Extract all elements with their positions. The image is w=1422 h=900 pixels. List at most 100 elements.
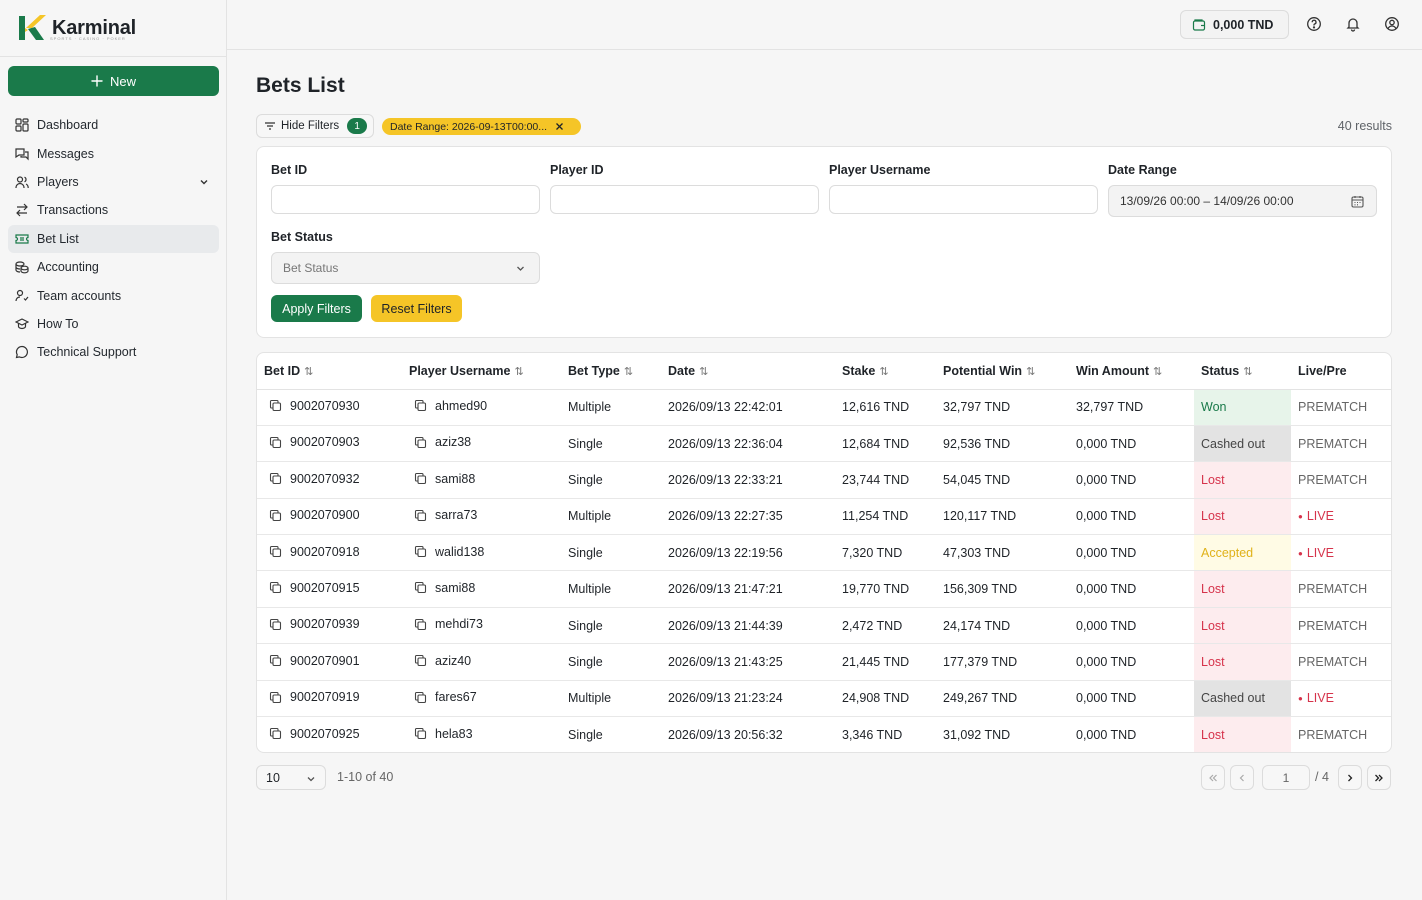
cell-bet-id: 9002070930 — [257, 389, 402, 426]
sidebar-item-transactions[interactable]: Transactions — [8, 196, 219, 224]
table-row[interactable]: 9002070932 sami88 Single 2026/09/13 22:33:2… — [257, 461, 1391, 499]
last-page-button[interactable] — [1367, 765, 1391, 790]
brand-tagline: SPORTS · CASINO · POKER — [50, 36, 126, 41]
sidebar-item-team-accounts[interactable]: Team accounts — [8, 281, 219, 309]
hide-filters-button[interactable]: Hide Filters 1 — [256, 114, 374, 138]
col-header-stake[interactable]: Stake ⇅ — [835, 353, 936, 390]
table-row[interactable]: 9002070919 fares67 Multiple 2026/09/13 21:2… — [257, 680, 1391, 718]
bet-status-select[interactable]: Bet Status — [271, 252, 540, 284]
date-range-input[interactable]: 13/09/26 00:00 – 14/09/26 00:00 — [1108, 185, 1377, 217]
chevron-right-icon — [1348, 774, 1353, 781]
help-icon[interactable] — [1306, 16, 1322, 32]
copy-icon[interactable] — [414, 654, 427, 667]
cell-win-amount: 0,000 TND — [1069, 425, 1194, 463]
sidebar-item-technical-support[interactable]: Technical Support — [8, 338, 219, 366]
sort-icon[interactable]: ⇅ — [624, 366, 633, 378]
copy-icon[interactable] — [269, 399, 282, 412]
col-header-bet-type[interactable]: Bet Type ⇅ — [561, 353, 661, 390]
player-id-input[interactable] — [550, 185, 819, 214]
col-header-bet-id[interactable]: Bet ID ⇅ — [257, 353, 402, 390]
sidebar-item-messages[interactable]: Messages — [8, 139, 219, 167]
sort-icon[interactable]: ⇅ — [1243, 366, 1252, 378]
copy-icon[interactable] — [269, 581, 282, 594]
results-count: 40 results — [1337, 119, 1392, 133]
date-range-filter-chip[interactable]: Date Range: 2026-09-13T00:00... — [382, 118, 581, 135]
copy-icon[interactable] — [414, 691, 427, 704]
calendar-icon[interactable] — [1351, 195, 1364, 208]
sidebar-item-bet-list[interactable]: Bet List — [8, 224, 219, 253]
col-header-win-amount[interactable]: Win Amount ⇅ — [1069, 353, 1194, 390]
sidebar-item-label: Dashboard — [37, 118, 99, 133]
table-row[interactable]: 9002070901 aziz40 Single 2026/09/13 21:43:2… — [257, 643, 1391, 681]
table-row[interactable]: 9002070925 hela83 Single 2026/09/13 20:56:3… — [257, 716, 1391, 752]
sort-icon[interactable]: ⇅ — [304, 366, 313, 378]
cell-date: 2026/09/13 22:19:56 — [661, 534, 835, 572]
table-row[interactable]: 9002070915 sami88 Multiple 2026/09/13 21:47… — [257, 570, 1391, 608]
table-row[interactable]: 9002070903 aziz38 Single 2026/09/13 22:36:0… — [257, 425, 1391, 463]
balance-button[interactable]: 0,000 TND — [1180, 10, 1289, 39]
copy-icon[interactable] — [269, 618, 282, 631]
new-button[interactable]: New — [8, 66, 219, 96]
copy-icon[interactable] — [414, 509, 427, 522]
reset-filters-button[interactable]: Reset Filters — [371, 295, 462, 322]
copy-icon[interactable] — [269, 472, 282, 485]
table-row[interactable]: 9002070939 mehdi73 Single 2026/09/13 21:44:… — [257, 607, 1391, 645]
col-header-status[interactable]: Status ⇅ — [1194, 353, 1291, 390]
copy-icon[interactable] — [269, 436, 282, 449]
col-header-player-username[interactable]: Player Username ⇅ — [402, 353, 561, 390]
sidebar-item-players[interactable]: Players — [8, 168, 219, 196]
copy-icon[interactable] — [269, 691, 282, 704]
copy-icon[interactable] — [414, 618, 427, 631]
cell-stake: 2,472 TND — [835, 607, 936, 645]
first-page-button[interactable] — [1201, 765, 1225, 790]
sort-icon[interactable]: ⇅ — [1026, 366, 1035, 378]
sort-icon[interactable]: ⇅ — [699, 366, 708, 378]
cell-live-pre: PREMATCH — [1298, 727, 1368, 742]
cell-stake: 12,616 TND — [835, 389, 936, 426]
cell-win-amount: 0,000 TND — [1069, 607, 1194, 645]
sidebar-item-dashboard[interactable]: Dashboard — [8, 111, 219, 139]
col-header-potential-win[interactable]: Potential Win ⇅ — [936, 353, 1069, 390]
chevron-down-icon[interactable] — [198, 176, 210, 188]
col-header-date[interactable]: Date ⇅ — [661, 353, 835, 390]
copy-icon[interactable] — [414, 472, 427, 485]
cell-stake: 19,770 TND — [835, 570, 936, 608]
sort-icon[interactable]: ⇅ — [879, 366, 888, 378]
copy-icon[interactable] — [414, 545, 427, 558]
cell-bet-type: Multiple — [561, 570, 661, 608]
cell-bet-id: 9002070903 — [257, 425, 402, 463]
table-row[interactable]: 9002070900 sarra73 Multiple 2026/09/13 22:2… — [257, 498, 1391, 536]
copy-icon[interactable] — [269, 509, 282, 522]
copy-icon[interactable] — [414, 436, 427, 449]
previous-page-button[interactable] — [1230, 765, 1254, 790]
sort-icon[interactable]: ⇅ — [1153, 366, 1162, 378]
table-row[interactable]: 9002070930 ahmed90 Multiple 2026/09/13 22:4… — [257, 389, 1391, 426]
filter-panel: Bet ID Player ID Player Username Date Ra… — [256, 146, 1392, 338]
cell-live-pre: PREMATCH — [1291, 607, 1391, 645]
copy-icon[interactable] — [269, 727, 282, 740]
cell-status: Cashed out — [1194, 680, 1291, 718]
copy-icon[interactable] — [414, 581, 427, 594]
player-username-input[interactable] — [829, 185, 1098, 214]
apply-filters-button[interactable]: Apply Filters — [271, 295, 362, 322]
next-page-button[interactable] — [1338, 765, 1362, 790]
cell-status: Lost — [1194, 498, 1291, 536]
sidebar-item-accounting[interactable]: Accounting — [8, 253, 219, 281]
user-account-icon[interactable] — [1384, 16, 1400, 32]
page-number-input[interactable]: 1 — [1262, 765, 1310, 790]
bet-id-input[interactable] — [271, 185, 540, 214]
brand-logo[interactable]: Karminal SPORTS · CASINO · POKER — [0, 0, 226, 57]
sidebar-item-how-to[interactable]: How To — [8, 310, 219, 338]
chat-bubble-icon — [15, 346, 28, 359]
sidebar-nav: Dashboard Messages Players Transactions … — [8, 111, 219, 367]
users-icon — [15, 176, 29, 189]
bell-icon[interactable] — [1345, 16, 1361, 32]
copy-icon[interactable] — [269, 545, 282, 558]
copy-icon[interactable] — [414, 399, 427, 412]
close-icon[interactable] — [555, 122, 564, 131]
copy-icon[interactable] — [414, 727, 427, 740]
sort-icon[interactable]: ⇅ — [514, 366, 523, 378]
copy-icon[interactable] — [269, 654, 282, 667]
rows-per-page-select[interactable]: 10 — [256, 765, 326, 790]
table-row[interactable]: 9002070918 walid138 Single 2026/09/13 22:19… — [257, 534, 1391, 572]
